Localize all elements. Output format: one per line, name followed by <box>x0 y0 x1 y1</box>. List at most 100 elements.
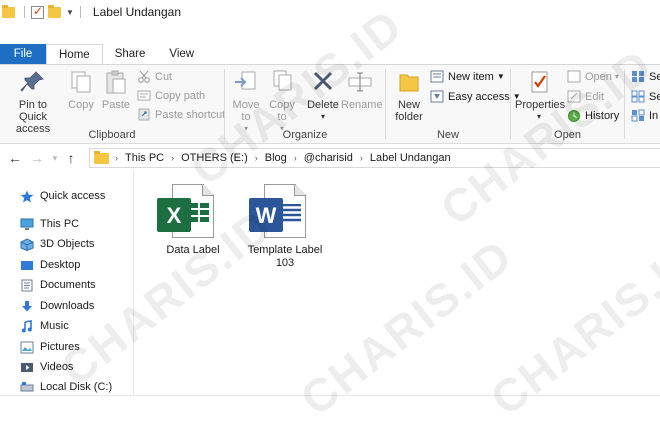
nav-item-documents[interactable]: Documents <box>20 276 96 294</box>
divider <box>24 6 25 18</box>
computer-icon <box>20 218 34 231</box>
breadcrumb-others-e[interactable]: OTHERS (E:) <box>181 152 248 164</box>
ribbon: Pin to Quick access Copy Paste Cut Copy … <box>0 64 660 144</box>
tab-file[interactable]: File <box>0 44 46 64</box>
star-icon <box>20 190 34 203</box>
pin-to-quick-access-button[interactable]: Pin to Quick access <box>4 69 62 135</box>
properties-button[interactable]: Properties ▾ <box>515 69 565 123</box>
paste-button[interactable]: Paste <box>100 69 132 111</box>
chevron-right-icon[interactable]: › <box>255 153 258 163</box>
organize-group-label: Organize <box>282 129 328 141</box>
download-arrow-icon <box>20 300 34 313</box>
edit-icon <box>567 90 581 103</box>
properties-check-icon[interactable] <box>31 4 44 19</box>
new-group-label: New <box>436 129 459 141</box>
file-name-line-1: Template Label <box>247 244 323 256</box>
new-group: New folder New item ▼ Easy access ▼ New <box>386 65 521 144</box>
properties-icon <box>525 69 553 95</box>
status-area <box>0 395 660 422</box>
paste-icon <box>102 69 130 95</box>
select-all-icon <box>631 70 645 83</box>
nav-item-music[interactable]: Music <box>20 317 69 335</box>
file-item-template-label-103[interactable]: W Template Label 103 <box>239 184 331 270</box>
breadcrumb-label-undangan[interactable]: Label Undangan <box>370 152 451 164</box>
edit-button[interactable]: Edit <box>567 90 604 103</box>
new-folder-icon[interactable] <box>48 4 61 18</box>
chevron-right-icon[interactable]: › <box>115 153 118 163</box>
word-logo-icon: W <box>249 198 283 232</box>
nav-item-quick-access[interactable]: Quick access <box>20 187 105 205</box>
copy-button[interactable]: Copy <box>66 69 96 111</box>
nav-item-desktop[interactable]: Desktop <box>20 256 80 274</box>
file-item-data-label[interactable]: X Data Label <box>147 184 239 257</box>
new-item-button[interactable]: New item ▼ <box>430 70 505 83</box>
up-arrow-icon[interactable]: ↑ <box>62 150 80 166</box>
tab-view[interactable]: View <box>157 44 206 64</box>
copy-to-button[interactable]: Copy to ▾ <box>265 69 299 135</box>
chevron-down-icon[interactable]: ▼ <box>66 8 74 17</box>
clipboard-group-label: Clipboard <box>88 129 136 141</box>
move-to-button[interactable]: Move to ▾ <box>229 69 263 135</box>
history-button[interactable]: History <box>567 109 619 122</box>
nav-item-downloads[interactable]: Downloads <box>20 297 94 315</box>
copy-icon <box>67 69 95 95</box>
nav-item-local-disk-c[interactable]: Local Disk (C:) <box>20 378 112 396</box>
music-note-icon <box>20 319 34 333</box>
easy-access-button[interactable]: Easy access ▼ <box>430 90 521 103</box>
paste-shortcut-icon <box>137 108 151 121</box>
rename-button[interactable]: Rename <box>341 69 383 111</box>
tab-share[interactable]: Share <box>103 44 158 64</box>
clipboard-group: Pin to Quick access Copy Paste Cut Copy … <box>0 65 225 144</box>
chevron-down-icon: ▾ <box>536 112 541 121</box>
drive-icon <box>20 381 34 394</box>
chevron-down-icon[interactable]: ▾ <box>48 153 62 164</box>
new-folder-button[interactable]: New folder <box>390 69 428 123</box>
open-group: Properties ▾ Open ▾ Edit History Open <box>511 65 624 144</box>
nav-item-this-pc[interactable]: This PC <box>20 215 79 233</box>
select-none-button[interactable]: Se <box>631 90 660 103</box>
ribbon-tabs: File Home Share View <box>0 44 206 65</box>
delete-button[interactable]: Delete ▾ <box>307 69 339 123</box>
open-group-label: Open <box>554 129 581 141</box>
folder-icon[interactable] <box>2 4 15 18</box>
breadcrumb-charisid[interactable]: @charisid <box>304 152 353 164</box>
new-item-icon <box>430 70 444 83</box>
open-button[interactable]: Open ▾ <box>567 70 619 83</box>
breadcrumb-this-pc[interactable]: This PC <box>125 152 164 164</box>
nav-item-pictures[interactable]: Pictures <box>20 338 80 356</box>
paste-shortcut-button[interactable]: Paste shortcut <box>137 108 225 121</box>
title-bar: ▼ Label Undangan <box>0 0 660 24</box>
address-bar[interactable]: › This PC › OTHERS (E:) › Blog › @charis… <box>89 148 660 168</box>
chevron-right-icon[interactable]: › <box>360 153 363 163</box>
copy-path-icon <box>137 89 151 102</box>
folder-icon <box>94 150 109 164</box>
pictures-icon <box>20 341 34 354</box>
delete-x-icon <box>309 69 337 95</box>
chevron-right-icon[interactable]: › <box>171 153 174 163</box>
file-name-line-2: 103 <box>275 257 295 269</box>
invert-selection-button[interactable]: In <box>631 109 658 122</box>
chevron-right-icon[interactable]: › <box>294 153 297 163</box>
select-none-icon <box>631 90 645 103</box>
cube-icon <box>20 237 34 251</box>
tab-home[interactable]: Home <box>46 44 103 65</box>
cut-button[interactable]: Cut <box>137 70 172 83</box>
back-arrow-icon[interactable]: ← <box>4 150 26 166</box>
select-all-button[interactable]: Se <box>631 70 660 83</box>
chevron-down-icon: ▾ <box>320 112 325 121</box>
nav-item-3d-objects[interactable]: 3D Objects <box>20 235 94 253</box>
rename-icon <box>346 69 374 95</box>
copy-path-button[interactable]: Copy path <box>137 89 205 102</box>
window-title: Label Undangan <box>92 5 181 19</box>
chevron-down-icon: ▼ <box>496 72 505 81</box>
desktop-icon <box>20 259 34 272</box>
forward-arrow-icon[interactable]: → <box>26 150 48 166</box>
video-icon <box>20 361 34 374</box>
documents-icon <box>20 279 34 292</box>
scissors-icon <box>137 70 151 83</box>
address-bar-row: ← → ▾ ↑ › This PC › OTHERS (E:) › Blog ›… <box>0 146 660 170</box>
breadcrumb-blog[interactable]: Blog <box>265 152 287 164</box>
nav-item-videos[interactable]: Videos <box>20 358 73 376</box>
open-icon <box>567 70 581 83</box>
folder-icon <box>395 69 423 95</box>
